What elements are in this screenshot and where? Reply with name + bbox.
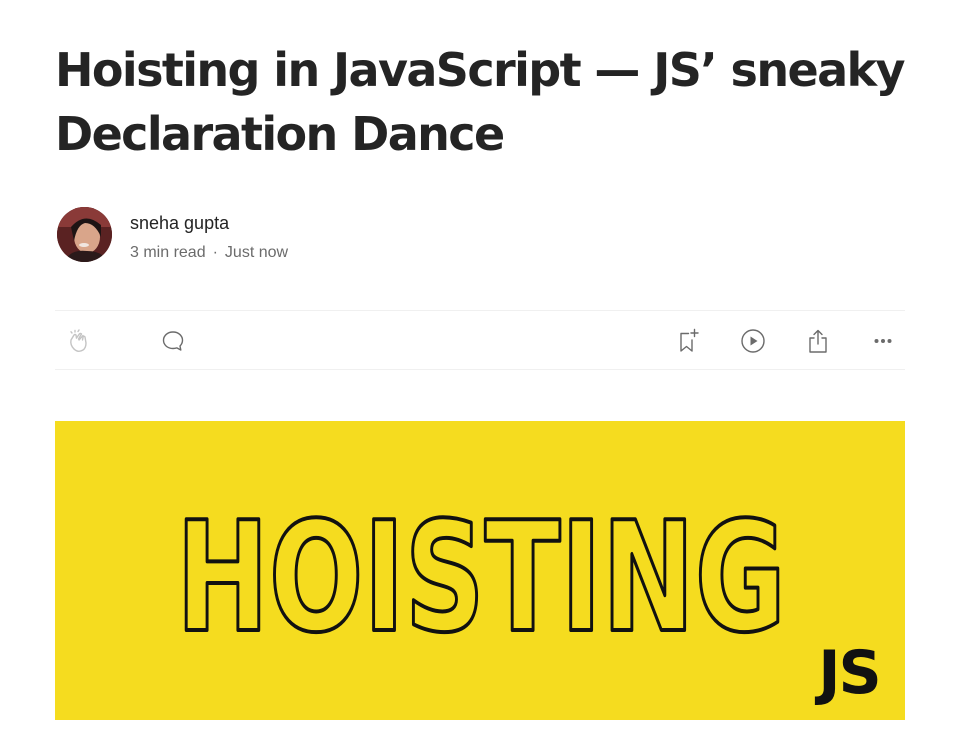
listen-play-icon[interactable]	[740, 328, 766, 354]
hero-js-text: JS	[814, 638, 880, 708]
article-actions-bar	[55, 310, 905, 370]
meta-separator: ·	[212, 244, 218, 261]
share-icon[interactable]	[805, 328, 831, 354]
publish-time: Just now	[224, 244, 289, 261]
author-name[interactable]: sneha gupta	[130, 213, 229, 234]
comment-icon[interactable]	[160, 328, 186, 354]
post-meta: 3 min read · Just now	[130, 244, 288, 262]
hero-main-text: HOISTING	[176, 489, 786, 666]
hoisting-js-banner: HOISTING JS	[174, 487, 882, 708]
avatar-photo	[57, 207, 112, 262]
clap-icon[interactable]	[66, 328, 92, 354]
bookmark-add-icon[interactable]	[675, 328, 701, 354]
more-icon[interactable]	[870, 328, 896, 354]
author-avatar[interactable]	[57, 207, 112, 262]
hero-image: HOISTING JS	[55, 421, 905, 720]
read-time: 3 min read	[130, 244, 206, 261]
article-title: Hoisting in JavaScript — JS’ sneaky Decl…	[55, 43, 905, 161]
